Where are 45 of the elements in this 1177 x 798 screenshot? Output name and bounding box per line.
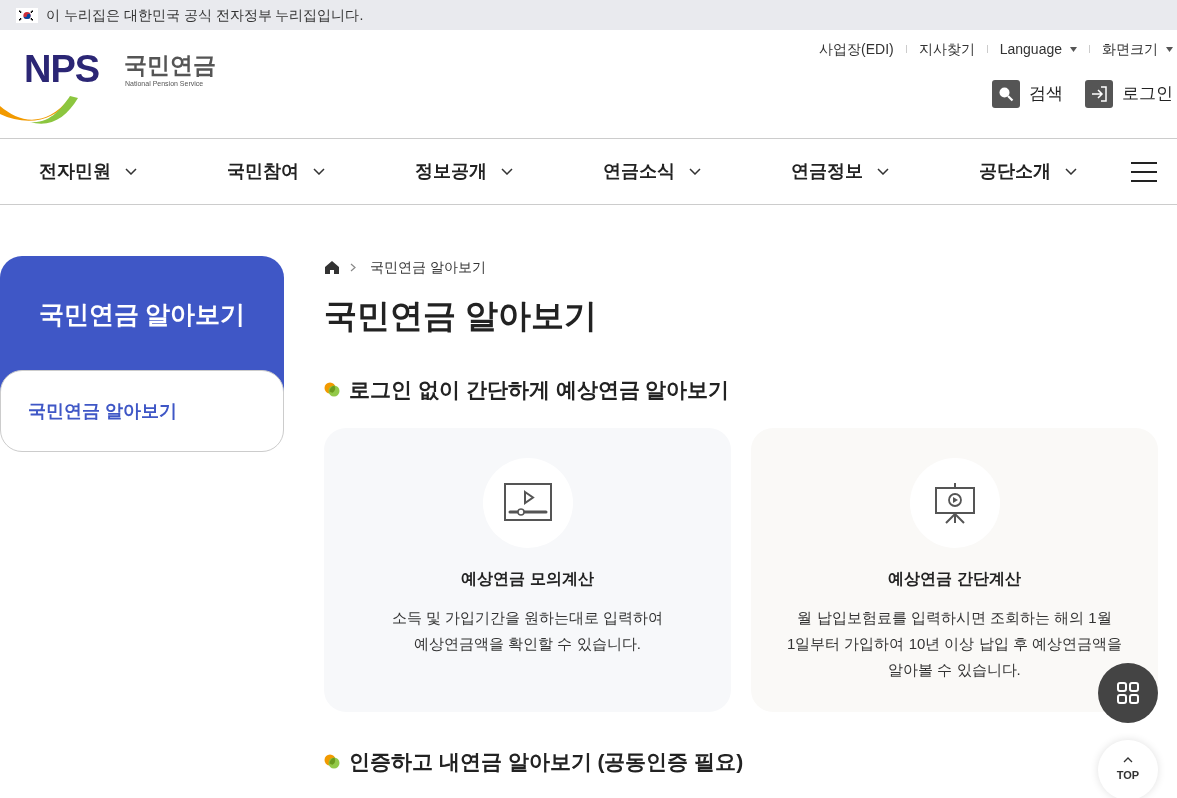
home-icon[interactable] [324, 259, 340, 275]
search-button[interactable]: 검색 [992, 80, 1063, 108]
breadcrumb-link[interactable]: 국민연금 알아보기 [370, 256, 486, 278]
page-title: 국민연금 알아보기 [324, 296, 599, 336]
card-title: 예상연금 모의계산 [461, 568, 594, 589]
chevron-icon [689, 168, 701, 175]
flag-icon [16, 7, 38, 23]
header-link[interactable]: 사업장(EDI) [819, 38, 894, 60]
nav-menu[interactable]: 연금정보 [791, 158, 889, 185]
grid-icon [1116, 681, 1140, 705]
card-description: 월 납입보험료를 입력하시면 조회하는 해의 1월 1일부터 가입하여 10년 이상 납입 후 예상연금액을 알아볼 수 있습니다. [786, 607, 1122, 680]
bullet-icon [324, 753, 341, 769]
chevron-icon [125, 168, 137, 175]
section-heading: 로그인 없이 간단하게 예상연금 알아보기 [349, 377, 730, 403]
chevron-icon [877, 168, 889, 175]
feature-card[interactable]: 예상연금 간단계산 월 납입보험료를 입력하시면 조회하는 해의 1월 1일부터 가입하여 10년 이상 납입 후 예상연금액을 알아볼 수 있습니다. [751, 427, 1158, 712]
chevron-icon [501, 168, 513, 175]
sidebar-item[interactable]: 국민연금 알아보기 [1, 397, 283, 425]
section-heading: 인증하고 내연금 알아보기 (공동인증 필요) [349, 748, 744, 775]
card-title: 예상연금 간단계산 [888, 568, 1021, 589]
caret-icon [1070, 46, 1077, 52]
login-icon [1085, 80, 1113, 108]
menu-button[interactable] [1131, 161, 1157, 182]
chevron-icon [1065, 168, 1077, 175]
chevron-icon [350, 262, 356, 272]
top-button[interactable]: TOP [1098, 740, 1158, 798]
chevron-icon [313, 168, 325, 175]
search-icon [992, 80, 1020, 108]
nav-menu[interactable]: 국민참여 [227, 158, 325, 185]
government-notice: 이 누리집은 대한민국 공식 전자정부 누리집입니다. [46, 5, 364, 25]
nav-menu[interactable]: 공단소개 [979, 158, 1077, 185]
header-link[interactable]: 지사찾기 [918, 38, 975, 60]
login-button[interactable]: 로그인 [1085, 80, 1173, 108]
bullet-icon [324, 382, 341, 398]
video-player-icon [502, 481, 553, 524]
dropdown-menu[interactable]: Language [999, 38, 1077, 60]
nav-menu[interactable]: 전자민원 [39, 158, 137, 185]
nav-menu[interactable]: 연금소식 [603, 158, 701, 185]
sidebar-title: 국민연금 알아보기 [37, 299, 247, 330]
caret-icon [1166, 46, 1173, 52]
nav-menu[interactable]: 정보공개 [415, 158, 513, 185]
feature-card[interactable]: 예상연금 모의계산 소득 및 가입기간을 원하는대로 입력하여 예상연금액을 확인할 수 있습니다. [324, 427, 731, 712]
card-description: 소득 및 가입기간을 원하는대로 입력하여 예상연금액을 확인할 수 있습니다. [391, 607, 664, 654]
caret-icon [1123, 756, 1133, 763]
dropdown-menu[interactable]: 화면크기 [1102, 38, 1173, 60]
